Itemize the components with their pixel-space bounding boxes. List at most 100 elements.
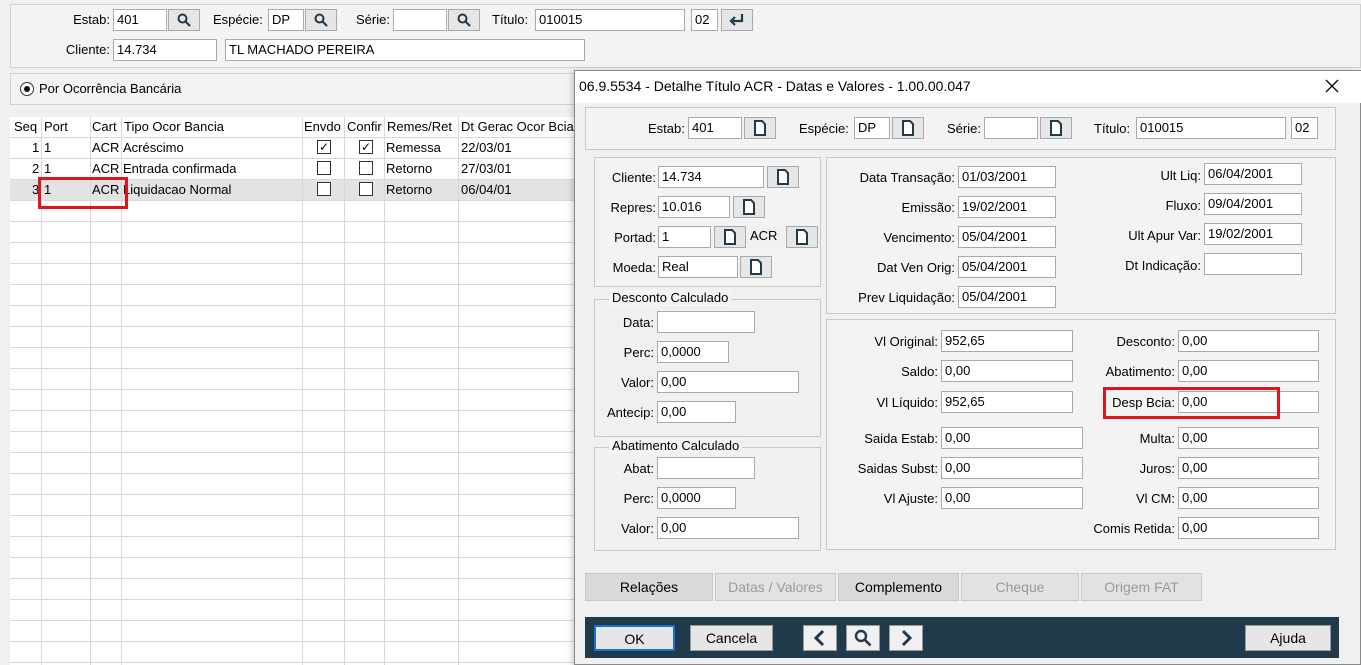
dlg-moeda-field: Real bbox=[658, 256, 738, 278]
estab-search-button[interactable] bbox=[168, 9, 200, 31]
col-header-confir[interactable]: Confir bbox=[347, 117, 384, 137]
row3-envdo-checkbox[interactable] bbox=[317, 182, 331, 196]
dlg-parcela-field: 02 bbox=[1291, 117, 1318, 139]
portad-detail-button[interactable] bbox=[714, 226, 746, 248]
row2-port: 1 bbox=[44, 161, 52, 176]
vl-cm-field: 0,00 bbox=[1178, 487, 1319, 509]
dlg-estab-detail-button[interactable] bbox=[744, 117, 776, 139]
saidas-subst-label: Saidas Subst: bbox=[857, 461, 938, 476]
desc-valor-label: Valor: bbox=[621, 375, 654, 390]
abatimento-label: Abatimento: bbox=[1105, 364, 1175, 379]
dat-ven-orig-label: Dat Ven Orig: bbox=[876, 260, 955, 275]
dlg-titulo-label: Título: bbox=[1094, 121, 1131, 136]
cliente-detail-button[interactable] bbox=[767, 166, 799, 188]
row3-confir-checkbox[interactable] bbox=[359, 182, 373, 196]
tab-datas-valores[interactable]: Datas / Valores bbox=[715, 573, 836, 601]
tab-relacoes[interactable]: Relações bbox=[585, 573, 713, 601]
next-button[interactable] bbox=[889, 625, 923, 651]
col-header-port[interactable]: Port bbox=[44, 117, 68, 137]
ocorrencia-radio-label: Por Ocorrência Bancária bbox=[39, 81, 182, 96]
dlg-repres-label: Repres: bbox=[610, 200, 656, 215]
emissao-field: 19/02/2001 bbox=[958, 196, 1056, 218]
titulo-field[interactable]: 010015 bbox=[535, 9, 685, 31]
row3-remes: Retorno bbox=[386, 182, 433, 197]
vl-cm-label: Vl CM: bbox=[1136, 491, 1175, 506]
abat-perc-field: 0,0000 bbox=[657, 487, 736, 509]
cancela-button[interactable]: Cancela bbox=[690, 625, 773, 651]
prev-liq-field: 05/04/2001 bbox=[958, 286, 1056, 308]
row2-tipo: Entrada confirmada bbox=[123, 161, 237, 176]
abat-label: Abat: bbox=[623, 461, 654, 476]
col-header-cart[interactable]: Cart bbox=[92, 117, 117, 137]
dialog-title: 06.9.5534 - Detalhe Título ACR - Datas e… bbox=[579, 78, 971, 94]
ok-button[interactable]: OK bbox=[594, 625, 675, 651]
chevron-right-icon bbox=[901, 629, 913, 647]
cliente-name-field: TL MACHADO PEREIRA bbox=[225, 39, 585, 61]
row1-envdo-checkbox[interactable]: ✓ bbox=[317, 140, 331, 154]
row2-envdo-checkbox[interactable] bbox=[317, 161, 331, 175]
vencimento-field: 05/04/2001 bbox=[958, 226, 1056, 248]
fluxo-field: 09/04/2001 bbox=[1204, 193, 1302, 215]
close-icon[interactable] bbox=[1322, 76, 1342, 96]
serie-field[interactable] bbox=[393, 9, 447, 31]
search-button[interactable] bbox=[846, 625, 880, 651]
document-icon bbox=[1050, 120, 1062, 136]
row1-port: 1 bbox=[44, 140, 52, 155]
vencimento-label: Vencimento: bbox=[883, 230, 955, 245]
estab-field[interactable]: 401 bbox=[113, 9, 167, 31]
cliente-code-field[interactable]: 14.734 bbox=[113, 39, 217, 61]
cart-detail-button[interactable] bbox=[786, 226, 818, 248]
tab-cheque[interactable]: Cheque bbox=[961, 573, 1079, 601]
especie-search-button[interactable] bbox=[305, 9, 337, 31]
col-header-tipo[interactable]: Tipo Ocor Bancia bbox=[124, 117, 224, 137]
saida-estab-label: Saida Estab: bbox=[864, 431, 938, 446]
especie-field[interactable]: DP bbox=[268, 9, 304, 31]
titulo-label: Título: bbox=[492, 12, 529, 27]
desconto-field: 0,00 bbox=[1178, 330, 1319, 352]
juros-label: Juros: bbox=[1139, 461, 1175, 476]
estab-label: Estab: bbox=[73, 12, 110, 27]
vl-original-field: 952,65 bbox=[941, 330, 1073, 352]
desc-data-field bbox=[657, 311, 755, 333]
ult-liq-label: Ult Liq: bbox=[1160, 168, 1201, 183]
serie-search-button[interactable] bbox=[448, 9, 480, 31]
tab-origem-fat[interactable]: Origem FAT bbox=[1081, 573, 1202, 601]
col-header-dt[interactable]: Dt Gerac Ocor Bcia bbox=[461, 117, 575, 137]
ult-liq-field: 06/04/2001 bbox=[1204, 163, 1302, 185]
dlg-cliente-field: 14.734 bbox=[658, 166, 764, 188]
row2-dt: 27/03/01 bbox=[461, 161, 512, 176]
ocorrencia-radio[interactable] bbox=[20, 82, 34, 96]
parcela-field[interactable]: 02 bbox=[691, 9, 718, 31]
tab-complemento[interactable]: Complemento bbox=[838, 573, 959, 601]
repres-detail-button[interactable] bbox=[733, 196, 765, 218]
row1-confir-checkbox[interactable]: ✓ bbox=[359, 140, 373, 154]
col-header-envdo[interactable]: Envdo bbox=[304, 117, 341, 137]
row1-remes: Remessa bbox=[386, 140, 441, 155]
dlg-serie-detail-button[interactable] bbox=[1040, 117, 1072, 139]
search-icon bbox=[457, 13, 471, 27]
row2-confir-checkbox[interactable] bbox=[359, 161, 373, 175]
col-header-seq[interactable]: Seq bbox=[14, 117, 37, 137]
juros-field: 0,00 bbox=[1178, 457, 1319, 479]
dlg-especie-field: DP bbox=[854, 117, 890, 139]
comis-label: Comis Retida: bbox=[1093, 521, 1175, 536]
dlg-estab-field: 401 bbox=[688, 117, 742, 139]
return-button[interactable] bbox=[721, 9, 753, 31]
document-icon bbox=[754, 120, 766, 136]
saldo-field: 0,00 bbox=[941, 360, 1073, 382]
comis-field: 0,00 bbox=[1178, 517, 1319, 539]
previous-button[interactable] bbox=[803, 625, 837, 651]
desc-valor-field: 0,00 bbox=[657, 371, 799, 393]
data-transacao-field: 01/03/2001 bbox=[958, 166, 1056, 188]
ajuda-button[interactable]: Ajuda bbox=[1245, 625, 1331, 651]
vl-ajuste-label: Vl Ajuste: bbox=[883, 491, 938, 506]
search-icon bbox=[854, 629, 872, 647]
col-header-remes[interactable]: Remes/Ret bbox=[387, 117, 452, 137]
dlg-especie-detail-button[interactable] bbox=[892, 117, 924, 139]
desc-perc-label: Perc: bbox=[623, 345, 654, 360]
moeda-detail-button[interactable] bbox=[740, 256, 772, 278]
vl-liquido-label: Vl Líquido: bbox=[876, 395, 938, 410]
row3-dt: 06/04/01 bbox=[461, 182, 512, 197]
abatimento-calculado-title: Abatimento Calculado bbox=[609, 438, 743, 454]
dlg-cliente-label: Cliente: bbox=[611, 170, 656, 185]
